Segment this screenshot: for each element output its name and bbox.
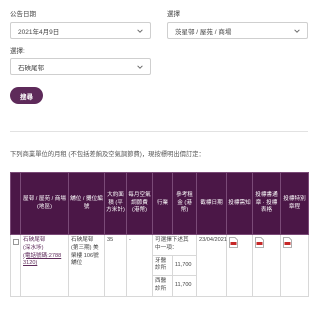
chevron-down-icon <box>137 29 143 33</box>
rent-dental: 11,700 <box>172 255 196 277</box>
header-tender-notes: 投標需知 <box>226 172 253 235</box>
estate-type-select[interactable]: 茨星邨 / 屋苑 / 商場 <box>167 22 308 39</box>
estate-district: (深水埗) <box>23 244 44 251</box>
table-row: 石硤尾邨 (深水埗) (電話號碼:2788 3120) 石硤尾邨 (第三期) 美… <box>10 234 309 297</box>
special-terms-cell <box>280 234 309 297</box>
header-blank <box>10 172 21 235</box>
header-ac-fee: 每月空氣調節費 (港幣) <box>126 172 153 235</box>
estate-cell: 石硤尾邨 (深水埗) (電話號碼:2788 3120) <box>20 234 69 297</box>
shop-no-cell: 石硤尾邨 (第三期) 美榮樓 106號舖位 <box>68 234 105 297</box>
area-cell: 35 <box>104 234 127 297</box>
ac-fee-cell: - <box>126 234 153 297</box>
date-value: 2021年4月9日 <box>18 28 60 36</box>
tender-notes-cell <box>226 234 253 297</box>
divider <box>10 131 308 132</box>
date-label: 公告日期 <box>10 11 36 18</box>
tender-forms-cell <box>252 234 281 297</box>
trade-dental: 牙醫診所 <box>153 255 173 277</box>
header-closing-date: 截標日期 <box>196 172 227 235</box>
estate-type-label: 選擇 <box>167 11 180 18</box>
chevron-down-icon <box>294 29 300 33</box>
closing-date-cell: 23/04/2021 <box>196 234 227 297</box>
chevron-down-icon <box>137 65 143 69</box>
results-table: 屋邨 / 屋苑 / 商場 (地區) 舖位 / 攤位編號 大約面積 (平方米計) … <box>10 172 309 297</box>
table-header-row: 屋邨 / 屋苑 / 商場 (地區) 舖位 / 攤位編號 大約面積 (平方米計) … <box>10 172 309 235</box>
estate-name-link[interactable]: 石硤尾邨 <box>23 237 66 245</box>
row-checkbox[interactable] <box>13 239 19 245</box>
estate-phone-link[interactable]: (電話號碼:2788 3120) <box>23 253 66 269</box>
row-checkbox-cell[interactable] <box>10 234 21 297</box>
header-area: 大約面積 (平方米計) <box>104 172 127 235</box>
estate-label: 選擇: <box>10 48 25 55</box>
header-special-terms: 投標特別章程 <box>280 172 309 235</box>
trade-rent-cell: 可選擇下述其中一項： 牙醫診所 11,700 西醫診所 11,700 <box>152 234 197 297</box>
rent-medical: 11,700 <box>174 282 192 289</box>
pdf-icon[interactable] <box>255 237 264 248</box>
header-estate: 屋邨 / 屋苑 / 商場 (地區) <box>20 172 69 235</box>
header-rent: 參考租金 (港幣) <box>172 172 197 235</box>
pdf-icon[interactable] <box>229 237 238 248</box>
header-tender-forms: 投標書通章 · 投標表格 <box>252 172 281 235</box>
rent-note: 下列商業單位的月租 (不包括差餉及空氣調節費)，現按標明出價訂定： <box>10 151 205 158</box>
pdf-icon[interactable] <box>283 237 292 248</box>
header-trade: 行業 <box>152 172 173 235</box>
estate-type-value: 茨星邨 / 屋苑 / 商場 <box>175 28 232 36</box>
trade-medical: 西醫診所 <box>153 275 173 296</box>
estate-select[interactable]: 石硤尾邨 <box>10 58 151 75</box>
trade-option-header: 可選擇下述其中一項： <box>153 235 196 256</box>
estate-value: 石硤尾邨 <box>18 64 44 72</box>
date-select[interactable]: 2021年4月9日 <box>10 22 151 39</box>
search-button[interactable]: 搜尋 <box>10 87 43 104</box>
header-shop-no: 舖位 / 攤位編號 <box>68 172 105 235</box>
